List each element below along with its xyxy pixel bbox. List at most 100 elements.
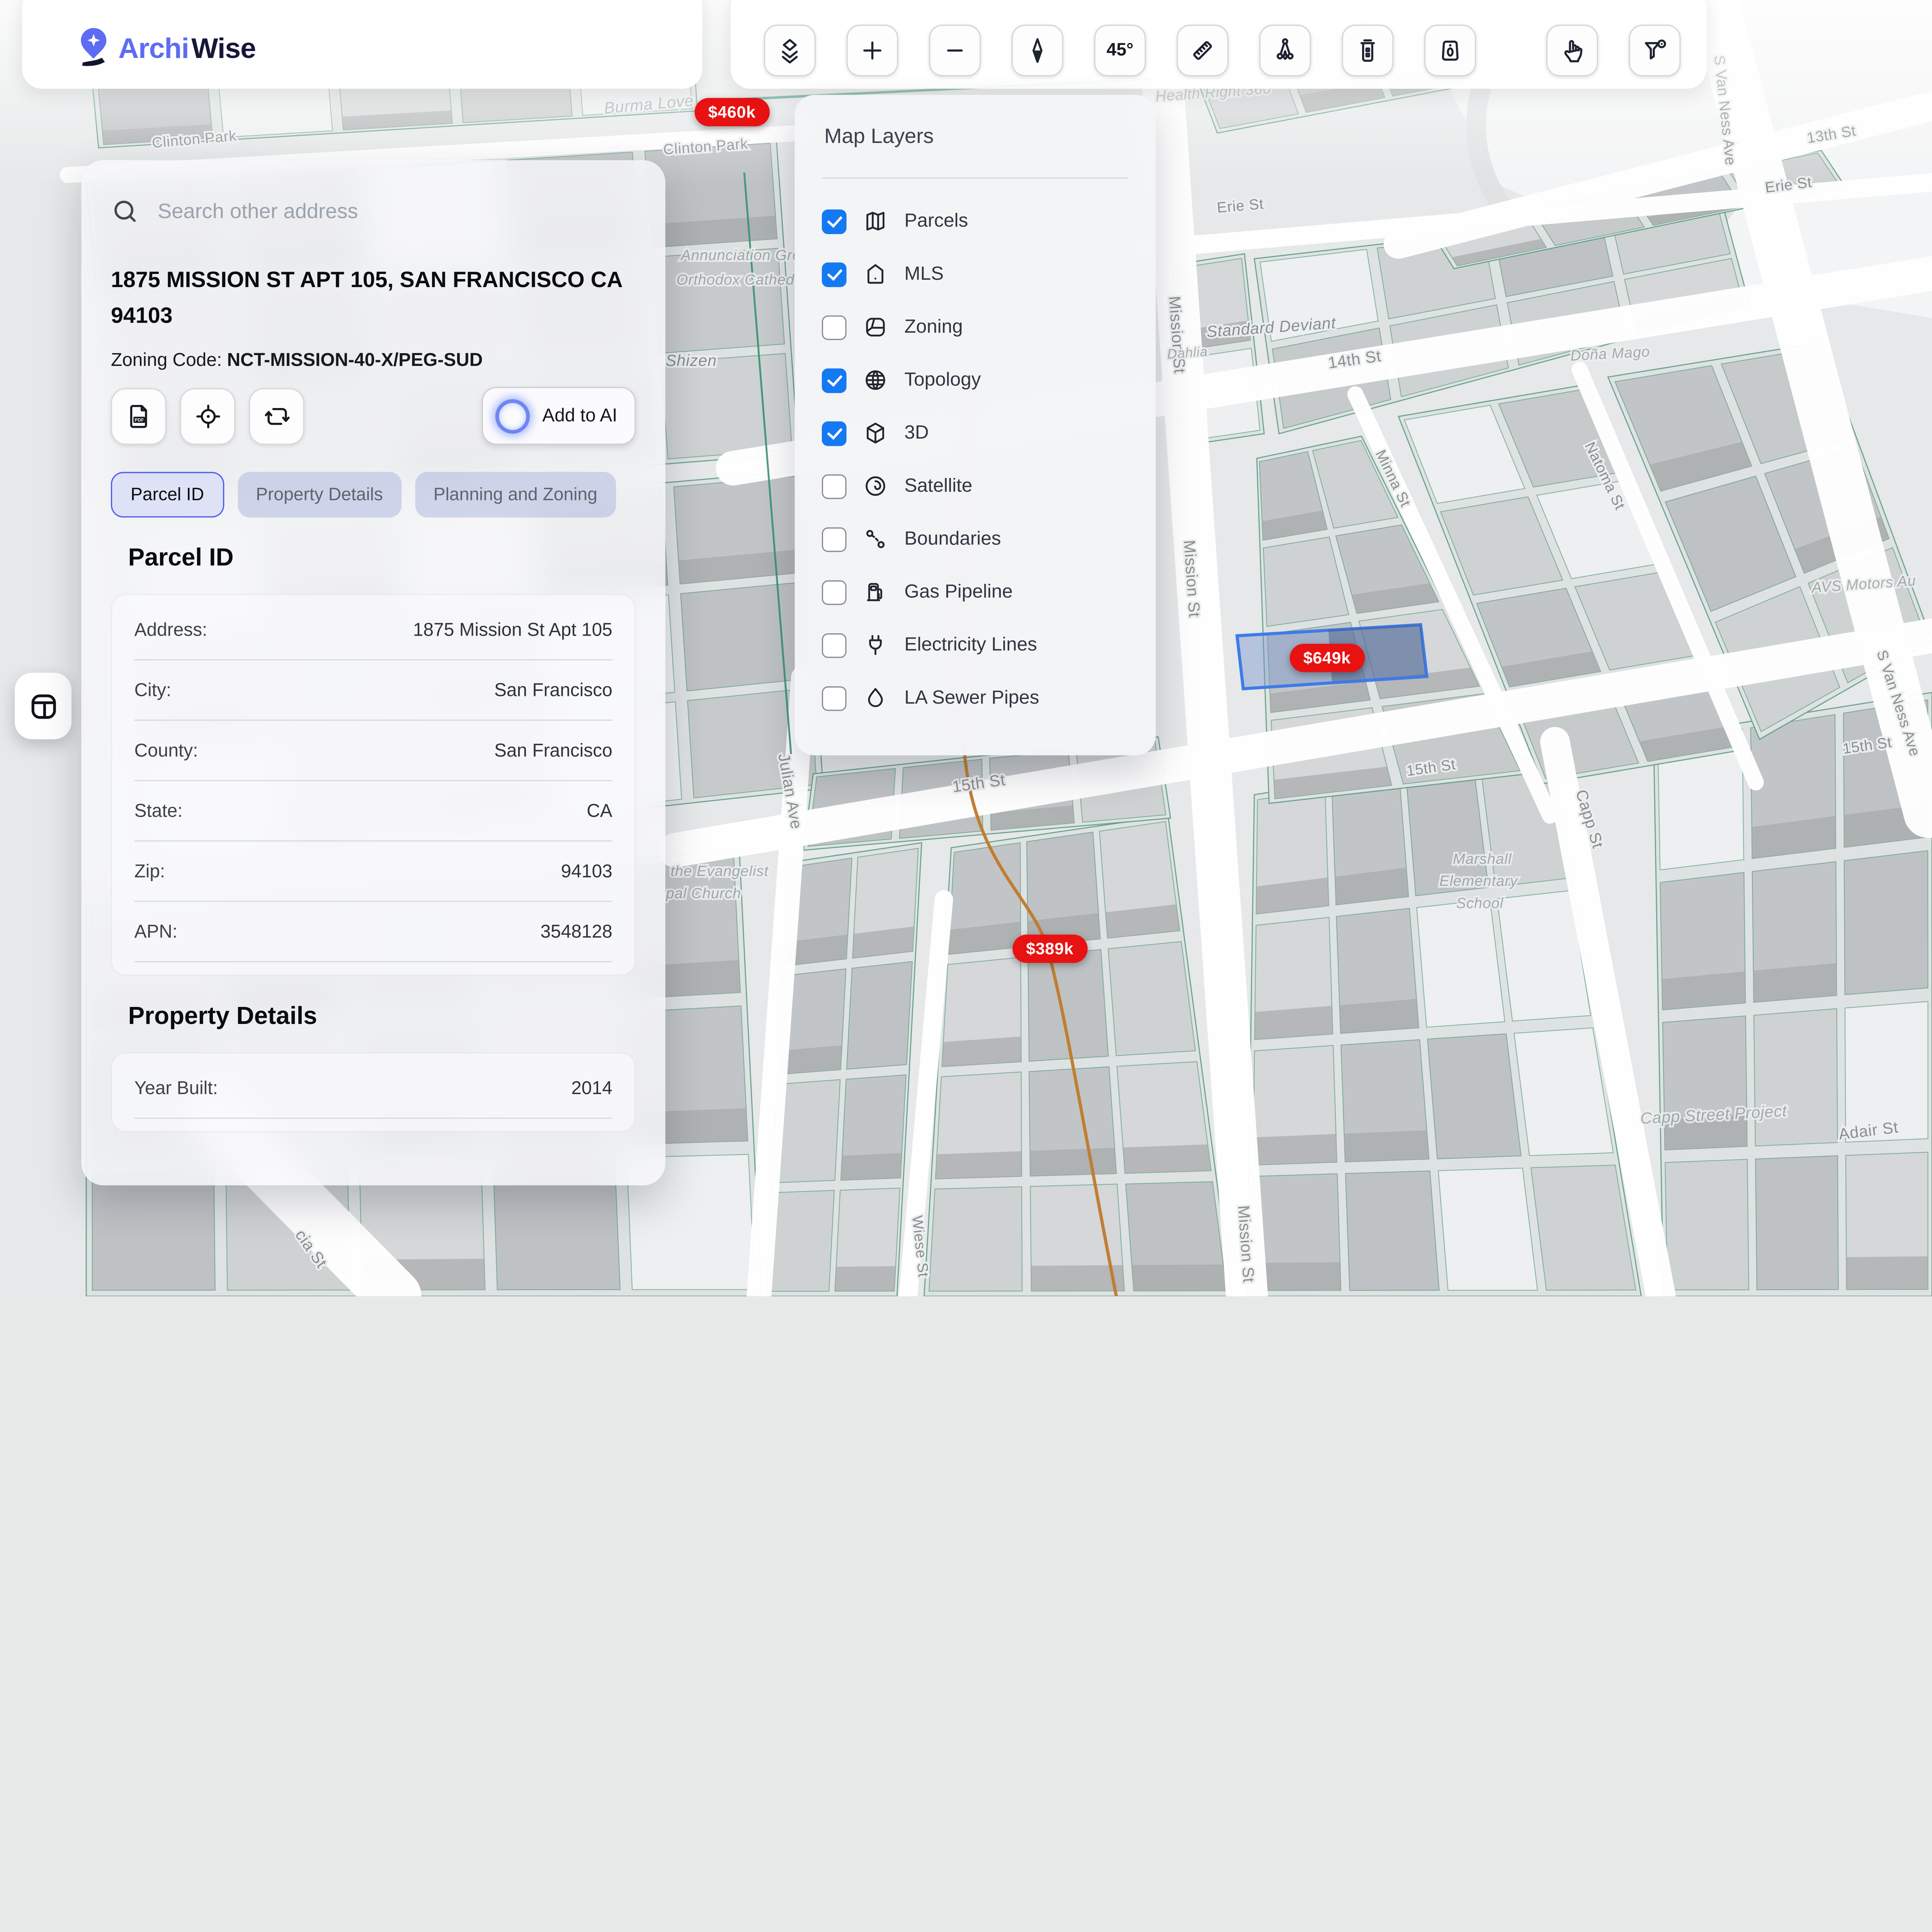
cube-icon <box>862 420 888 446</box>
snapshot-button[interactable] <box>1424 25 1476 77</box>
search-icon <box>111 197 139 225</box>
row-value: 2014 <box>571 1078 612 1099</box>
price-badge[interactable]: $389k <box>1012 935 1087 963</box>
layer-label: Zoning <box>905 316 963 338</box>
detail-row: Zip: 94103 <box>134 842 612 902</box>
property-panel: 1875 MISSION ST APT 105, SAN FRANCISCO C… <box>81 160 665 1185</box>
search-input[interactable] <box>155 198 604 225</box>
pdf-icon: PDF <box>124 401 153 431</box>
layer-checkbox[interactable] <box>822 580 847 604</box>
layer-checkbox[interactable] <box>822 421 847 446</box>
layout-icon <box>27 689 60 723</box>
draw-button[interactable] <box>1259 25 1311 77</box>
add-to-ai-button[interactable]: Add to AI <box>482 387 636 445</box>
map-layers-title: Map Layers <box>824 124 1129 149</box>
address-title: 1875 MISSION ST APT 105, SAN FRANCISCO C… <box>111 262 653 334</box>
locate-icon <box>193 401 223 431</box>
app-root: Clinton ParkBurma LoveClinton ParkHealth… <box>0 0 1932 1296</box>
layer-item-boundaries[interactable]: Boundaries <box>822 513 1129 566</box>
tilt-button[interactable]: 45° <box>1094 25 1146 77</box>
layers-button[interactable] <box>764 25 816 77</box>
tab-parcel-id[interactable]: Parcel ID <box>111 472 224 517</box>
zoom-in-button[interactable] <box>847 25 898 77</box>
layer-checkbox[interactable] <box>822 315 847 340</box>
add-to-ai-label: Add to AI <box>542 405 617 426</box>
layer-item-parcels[interactable]: Parcels <box>822 195 1129 248</box>
row-label: Zip: <box>134 861 165 881</box>
layer-item-zoning[interactable]: Zoning <box>822 301 1129 354</box>
plus-icon <box>857 36 887 65</box>
layer-item-gas-pipeline[interactable]: Gas Pipeline <box>822 566 1129 619</box>
spinner-icon <box>495 399 530 433</box>
map-toolbar: 45° <box>731 0 1707 89</box>
gas-pump-icon <box>862 579 888 605</box>
layer-item-electricity-lines[interactable]: Electricity Lines <box>822 619 1129 672</box>
layer-item-3d[interactable]: 3D <box>822 406 1129 459</box>
filter-button[interactable] <box>1629 25 1681 77</box>
layer-label: Gas Pipeline <box>905 581 1013 603</box>
layer-checkbox[interactable] <box>822 633 847 657</box>
map-label: School <box>1456 895 1503 912</box>
layer-item-la-sewer-pipes[interactable]: LA Sewer Pipes <box>822 672 1129 724</box>
row-label: APN: <box>134 921 178 942</box>
svg-text:PDF: PDF <box>134 417 143 422</box>
layers-icon <box>775 36 805 65</box>
layer-item-topology[interactable]: Topology <box>822 354 1129 406</box>
panel-toggle-button[interactable] <box>15 673 71 739</box>
map-label: Marshall <box>1453 850 1512 867</box>
zoning-label: Zoning Code: <box>111 350 222 371</box>
app-logo[interactable]: ArchiWise <box>71 25 256 71</box>
detail-row: State:CA <box>134 781 612 842</box>
locate-button[interactable] <box>180 388 235 444</box>
detail-card: Year Built:2014 <box>111 1052 636 1132</box>
map-label: pal Church <box>666 885 742 902</box>
layer-checkbox[interactable] <box>822 527 847 551</box>
layer-label: Satellite <box>905 475 973 497</box>
detail-row: APN:3548128 <box>134 902 612 962</box>
zoom-out-button[interactable] <box>929 25 981 77</box>
layer-label: LA Sewer Pipes <box>905 687 1039 709</box>
zoning-value: NCT-MISSION-40-X/PEG-SUD <box>227 350 483 371</box>
layer-item-mls[interactable]: MLS <box>822 248 1129 301</box>
toolbar-buttons: 45° <box>764 25 1680 77</box>
layer-checkbox[interactable] <box>822 474 847 498</box>
section-title: Parcel ID <box>128 544 636 573</box>
layer-label: Electricity Lines <box>905 634 1037 656</box>
map-icon <box>862 208 888 234</box>
price-badge[interactable]: $460k <box>695 98 769 126</box>
row-value: 1875 Mission St Apt 105 <box>413 619 612 640</box>
layer-label: Topology <box>905 369 981 391</box>
search-bar <box>111 197 636 225</box>
tab-property-details[interactable]: Property Details <box>237 472 401 517</box>
layer-checkbox[interactable] <box>822 209 847 233</box>
actions-row: PDF Add to AI <box>111 387 636 445</box>
row-value: 94103 <box>561 861 612 881</box>
layer-item-satellite[interactable]: Satellite <box>822 459 1129 512</box>
layer-label: Parcels <box>905 210 968 232</box>
section-title: Property Details <box>128 1003 636 1031</box>
water-drop-icon <box>862 685 888 711</box>
tab-planning-and-zoning[interactable]: Planning and Zoning <box>415 472 616 517</box>
export-pdf-button[interactable]: PDF <box>111 388 166 444</box>
layer-label: MLS <box>905 263 944 285</box>
detail-row: County:San Francisco <box>134 721 612 781</box>
select-button[interactable] <box>1546 25 1598 77</box>
row-value: CA <box>587 800 612 821</box>
rotate-button[interactable] <box>249 388 304 444</box>
measure-button[interactable] <box>1177 25 1228 77</box>
price-badge[interactable]: $649k <box>1290 644 1364 672</box>
layer-checkbox[interactable] <box>822 368 847 393</box>
minus-icon <box>940 36 970 65</box>
row-label: County: <box>134 740 198 761</box>
row-label: City: <box>134 680 172 701</box>
layer-checkbox[interactable] <box>822 686 847 711</box>
compass-button[interactable] <box>1012 25 1063 77</box>
globe-icon <box>862 367 888 393</box>
map-label: the Evangelist <box>670 863 769 879</box>
map-label: Elementary <box>1439 873 1519 889</box>
erase-button[interactable] <box>1342 25 1394 77</box>
logo-bar: ArchiWise <box>22 0 702 89</box>
layer-checkbox[interactable] <box>822 262 847 287</box>
map-layers-panel: Map Layers Parcels MLS Zoning Topology 3D Sat… <box>795 95 1156 755</box>
camera-icon <box>1435 36 1465 65</box>
